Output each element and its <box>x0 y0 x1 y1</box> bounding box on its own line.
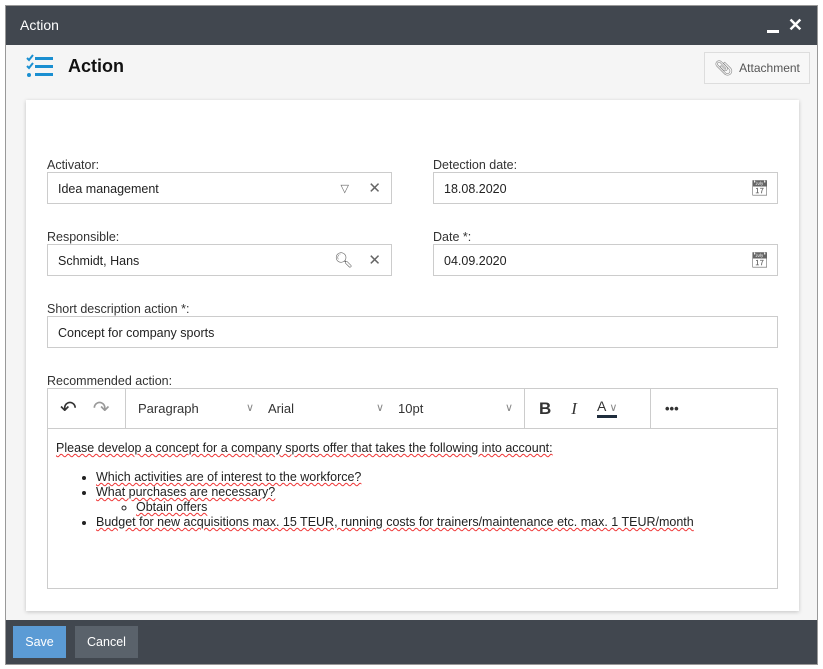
list-item: Obtain offers <box>136 500 769 515</box>
redo-icon[interactable]: ↷ <box>93 396 110 421</box>
chevron-down-icon: ∨ <box>375 402 384 414</box>
font-size-value: 10pt <box>398 401 424 416</box>
footer-bar: Save Cancel <box>6 620 817 664</box>
clear-icon[interactable]: ✕ <box>368 179 381 197</box>
italic-icon[interactable]: I <box>571 399 577 419</box>
dropdown-icon[interactable]: ▽ <box>341 182 349 195</box>
editor-content[interactable]: Please develop a concept for a company s… <box>48 429 777 542</box>
list-item: What purchases are necessary? <box>96 485 276 499</box>
recommended-action-label: Recommended action: <box>47 374 173 388</box>
paperclip-icon: 📎︎ <box>714 60 734 77</box>
font-value: Arial <box>268 401 295 416</box>
checklist-icon <box>26 54 53 77</box>
cancel-button[interactable]: Cancel <box>75 626 138 658</box>
rich-text-editor[interactable]: ↶ ↷ Paragraph ∨ Arial ∨ 10pt ∨ BI A ∨ ••• Pl… <box>47 388 778 589</box>
intro-paragraph: Please develop a concept for a company s… <box>56 441 553 455</box>
minimize-icon[interactable] <box>767 30 779 33</box>
date-label: Date *: <box>433 230 472 244</box>
bold-icon[interactable]: B <box>539 399 551 419</box>
font-size-select[interactable]: 10pt ∨ <box>398 401 523 416</box>
chevron-down-icon: ∨ <box>504 402 513 414</box>
responsible-label: Responsible: <box>47 230 120 244</box>
attachment-button[interactable]: 📎︎ Attachment <box>704 52 810 84</box>
font-select[interactable]: Arial ∨ <box>268 401 398 416</box>
short-description-input[interactable]: Concept for company sports <box>47 316 778 348</box>
form-card: Activator: Idea management ▽ ✕ Detection… <box>26 100 799 611</box>
detection-date-label: Detection date: <box>433 158 518 172</box>
responsible-value: Schmidt, Hans <box>58 254 140 268</box>
block-format-select[interactable]: Paragraph ∨ <box>138 401 268 416</box>
window-title: Action <box>20 17 59 33</box>
block-format-value: Paragraph <box>138 401 199 416</box>
activator-value: Idea management <box>58 182 159 196</box>
editor-toolbar: ↶ ↷ Paragraph ∨ Arial ∨ 10pt ∨ BI A ∨ ••• <box>48 389 777 429</box>
detection-date-value: 18.08.2020 <box>444 182 507 196</box>
date-value: 04.09.2020 <box>444 254 507 268</box>
chevron-down-icon: ∨ <box>245 402 254 414</box>
clear-icon[interactable]: ✕ <box>368 251 381 269</box>
close-icon[interactable]: ✕ <box>788 15 803 36</box>
undo-icon[interactable]: ↶ <box>60 396 77 421</box>
save-button[interactable]: Save <box>13 626 66 658</box>
activator-select[interactable]: Idea management ▽ ✕ <box>47 172 392 204</box>
list-item: Budget for new acquisitions max. 15 TEUR… <box>96 515 769 530</box>
short-description-label: Short description action *: <box>47 302 190 316</box>
attachment-label: Attachment <box>739 61 800 75</box>
page-title: Action <box>68 56 124 76</box>
date-input[interactable]: 04.09.2020 📅︎ <box>433 244 778 276</box>
calendar-icon[interactable]: 📅︎ <box>750 251 769 269</box>
more-icon[interactable]: ••• <box>651 401 679 416</box>
responsible-input[interactable]: Schmidt, Hans 🔍︎ ✕ <box>47 244 392 276</box>
detection-date-input[interactable]: 18.08.2020 📅︎ <box>433 172 778 204</box>
short-description-value: Concept for company sports <box>58 326 215 340</box>
list-item: Which activities are of interest to the … <box>96 470 769 485</box>
text-color-icon[interactable]: A ∨ <box>596 399 618 418</box>
activator-label: Activator: <box>47 158 100 172</box>
search-icon[interactable]: 🔍︎ <box>334 251 353 269</box>
calendar-icon[interactable]: 📅︎ <box>750 179 769 197</box>
action-dialog: Action ✕ Action 📎︎ Attachment Activator:… <box>5 5 818 665</box>
title-bar: Action ✕ <box>6 6 817 45</box>
